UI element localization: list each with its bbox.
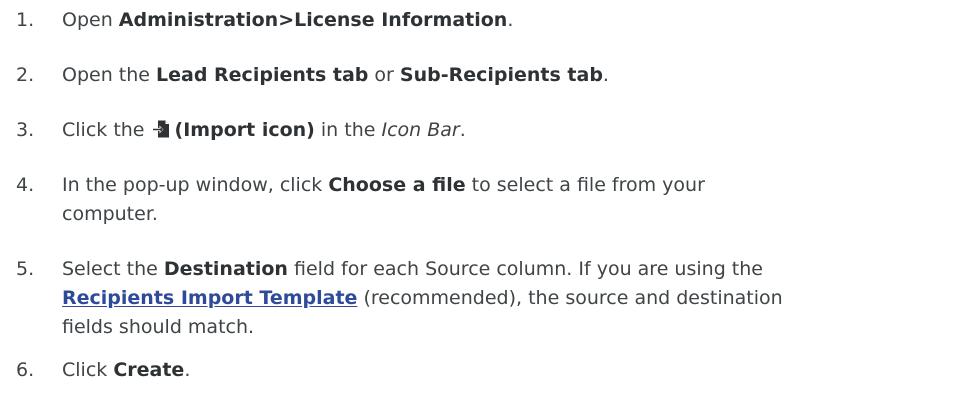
step-number: 4.	[16, 174, 35, 196]
step-text-plain: In the pop-up window, click	[62, 174, 329, 196]
step-text: Open the Lead Recipients tab or Sub-Reci…	[62, 61, 942, 90]
step-text-plain: Select the	[62, 258, 164, 280]
step-number: 2.	[16, 64, 35, 86]
step-text: Open Administration>License Information.	[62, 6, 942, 35]
create-ref: Create	[113, 359, 185, 381]
step-text-plain: Open	[62, 9, 119, 31]
step-text-plain: (recommended), the source and destinatio…	[357, 287, 783, 309]
step-number: 1.	[16, 9, 35, 31]
step-number: 3.	[16, 119, 35, 141]
step-text-plain: to select a file from your	[465, 174, 705, 196]
step-text-plain: Open the	[62, 64, 157, 86]
choose-file-ref: Choose a file	[328, 174, 466, 196]
step-text-plain: .	[184, 359, 191, 381]
step-text-plain: in the	[314, 119, 382, 141]
icon-bar-ref: Icon Bar	[381, 119, 460, 141]
step-text-plain: or	[368, 64, 400, 86]
step-text-plain: fields should match.	[62, 316, 255, 338]
step-text-plain: .	[459, 119, 466, 141]
step-number: 6.	[16, 359, 35, 381]
step-text-plain: .	[507, 9, 514, 31]
step-text-plain: computer.	[62, 203, 158, 225]
step-text-plain: Click	[62, 359, 114, 381]
instruction-steps: 1. Open Administration>License Informati…	[0, 0, 967, 394]
step-number: 5.	[16, 258, 35, 280]
step-text: Select the Destination field for each So…	[62, 255, 942, 342]
step-text-plain: Click the	[62, 119, 151, 141]
lead-recipients-tab-ref: Lead Recipients tab	[156, 64, 369, 86]
import-icon	[151, 120, 169, 138]
destination-ref: Destination	[163, 258, 288, 280]
menu-path: Administration>License Information	[118, 9, 508, 31]
step-text: In the pop-up window, click Choose a fil…	[62, 171, 942, 229]
step-text-plain: field for each Source column. If you are…	[287, 258, 763, 280]
step-text: Click the (Import icon) in the Icon Bar.	[62, 116, 942, 145]
step-text-plain: .	[602, 64, 609, 86]
sub-recipients-tab-ref: Sub-Recipients tab	[399, 64, 603, 86]
import-icon-label: (Import icon)	[174, 119, 315, 141]
step-text: Click Create.	[62, 356, 942, 385]
recipients-import-template-link[interactable]: Recipients Import Template	[62, 287, 357, 309]
